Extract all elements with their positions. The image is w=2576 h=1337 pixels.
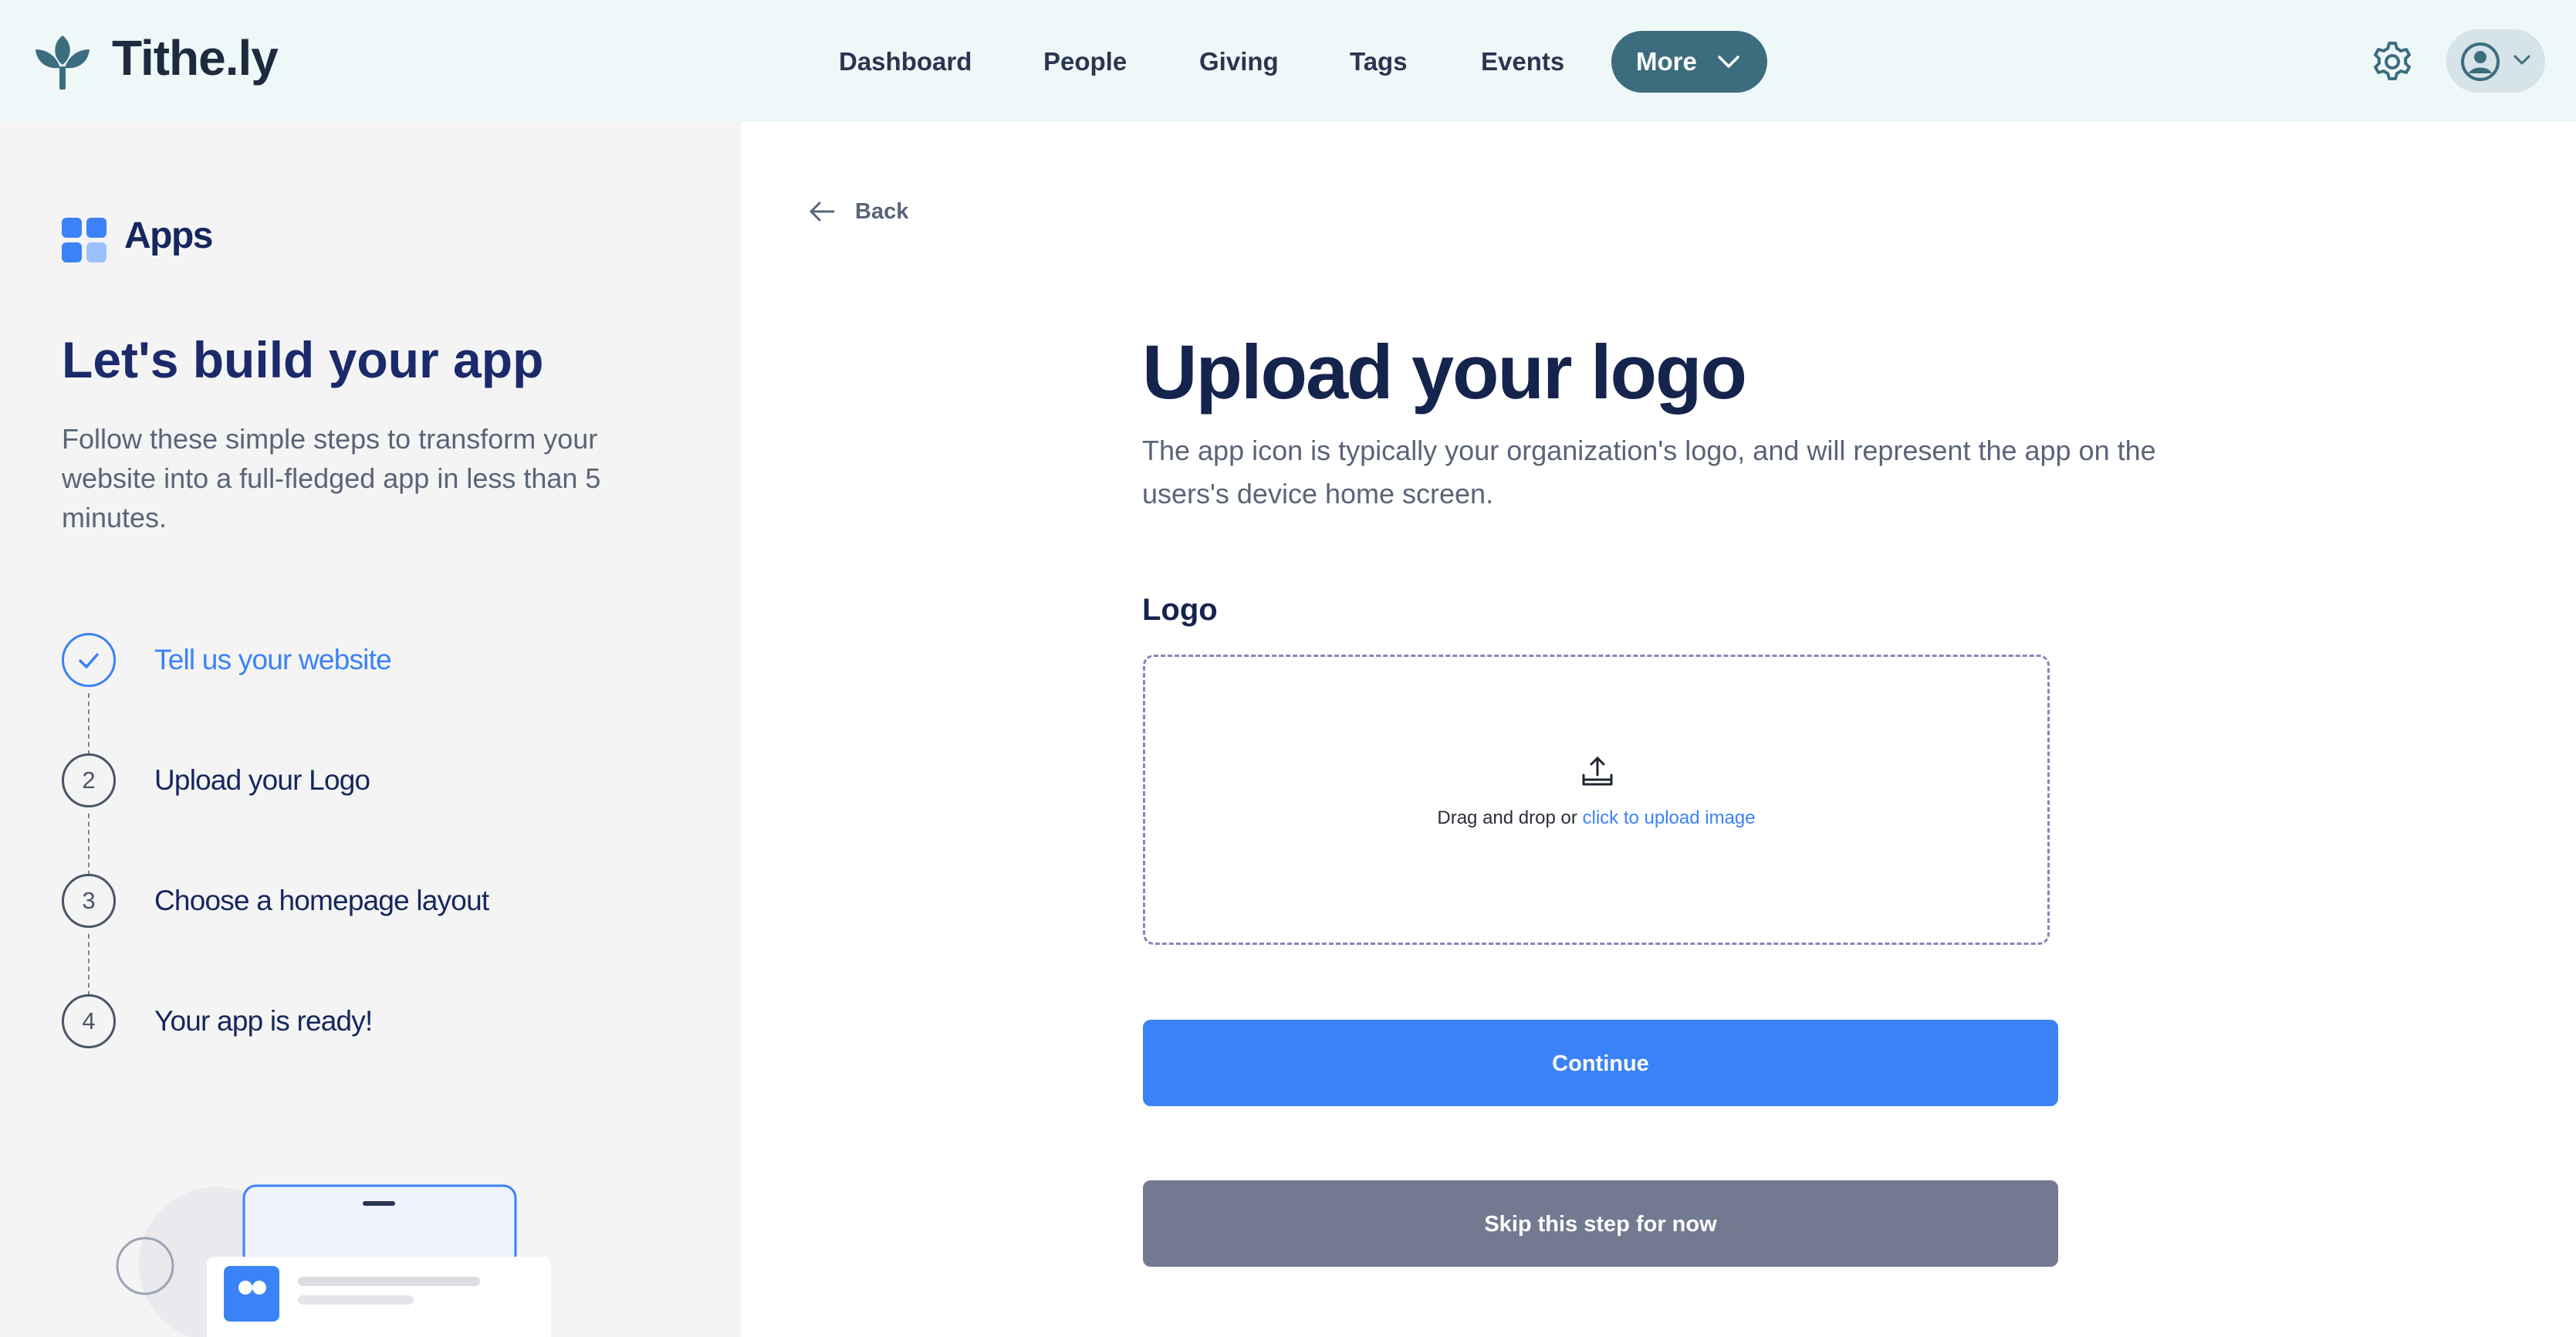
step-1-check-icon bbox=[62, 633, 116, 687]
nav-item-events[interactable]: Events bbox=[1481, 31, 1564, 93]
chevron-down-icon bbox=[1718, 56, 1739, 68]
step-connector bbox=[88, 814, 90, 875]
settings-gear-icon[interactable] bbox=[2371, 40, 2414, 83]
continue-button[interactable]: Continue bbox=[1143, 1020, 2058, 1106]
leaf-logo-icon[interactable] bbox=[34, 32, 91, 91]
back-label: Back bbox=[855, 199, 909, 224]
dropzone-text: Drag and drop or click to upload image bbox=[1145, 807, 2047, 829]
nav-item-dashboard[interactable]: Dashboard bbox=[839, 31, 972, 93]
chevron-down-icon bbox=[2513, 55, 2530, 65]
upload-icon bbox=[1582, 757, 1613, 786]
step-2-number: 2 bbox=[62, 753, 116, 807]
apps-section-label: Apps bbox=[124, 215, 214, 256]
arrow-left-icon bbox=[810, 201, 835, 222]
skip-step-button[interactable]: Skip this step for now bbox=[1143, 1180, 2058, 1267]
page-description: The app icon is typically your organizat… bbox=[1142, 435, 2156, 509]
step-4-number: 4 bbox=[62, 994, 116, 1048]
step-3-number: 3 bbox=[62, 874, 116, 928]
page-title: Upload your logo bbox=[1142, 329, 1747, 415]
more-menu-label: More bbox=[1636, 47, 1697, 76]
logo-field-label: Logo bbox=[1142, 593, 1218, 627]
sidebar-title: Let's build your app bbox=[62, 331, 544, 388]
step-4-label: Your app is ready! bbox=[154, 1005, 373, 1037]
step-3-label: Choose a homepage layout bbox=[154, 885, 489, 916]
logo-upload-dropzone[interactable]: Drag and drop or click to upload image bbox=[1143, 655, 2050, 945]
dropzone-instruction: Drag and drop or bbox=[1437, 807, 1577, 828]
apps-grid-icon bbox=[62, 218, 106, 262]
nav-item-tags[interactable]: Tags bbox=[1350, 31, 1408, 93]
onboarding-sidebar: Apps Let's build your app Follow these s… bbox=[0, 122, 741, 1337]
step-1-label[interactable]: Tell us your website bbox=[154, 644, 392, 676]
user-menu-button[interactable] bbox=[2446, 29, 2545, 93]
step-2-label: Upload your Logo bbox=[154, 764, 370, 796]
top-navigation-bar: Tithe.ly Dashboard People Giving Tags Ev… bbox=[0, 0, 2576, 122]
sidebar-description: Follow these simple steps to transform y… bbox=[62, 423, 601, 533]
user-avatar-icon bbox=[2461, 42, 2500, 81]
step-connector bbox=[88, 693, 90, 755]
upload-image-link[interactable]: click to upload image bbox=[1583, 807, 1756, 828]
nav-item-people[interactable]: People bbox=[1043, 31, 1127, 93]
step-connector bbox=[88, 934, 90, 996]
nav-item-giving[interactable]: Giving bbox=[1199, 31, 1279, 93]
more-menu-button[interactable]: More bbox=[1611, 31, 1767, 93]
app-preview-illustration bbox=[116, 1184, 551, 1337]
brand-name[interactable]: Tithe.ly bbox=[112, 29, 279, 86]
